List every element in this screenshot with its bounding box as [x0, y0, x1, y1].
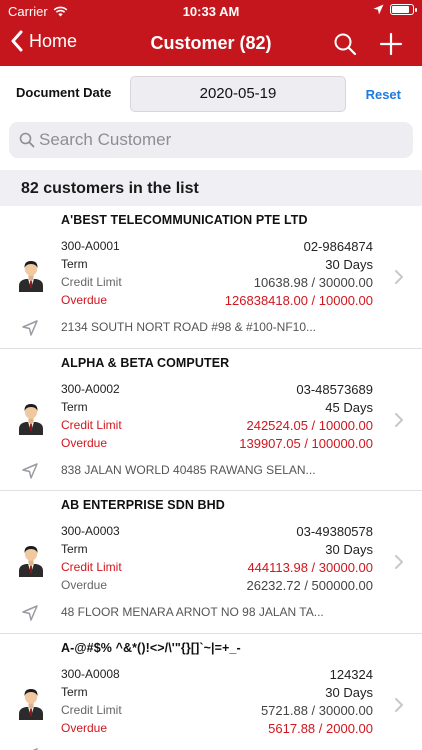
- credit-limit-value: 444113.98 / 30000.00: [247, 560, 373, 575]
- customer-code: 300-A0003: [61, 524, 120, 538]
- term-label: Term: [61, 542, 88, 556]
- chevron-right-icon: [395, 270, 403, 284]
- battery-icon: [390, 4, 417, 15]
- document-date-label: Document Date: [16, 85, 112, 100]
- term-value: 30 Days: [325, 542, 373, 557]
- add-customer-button[interactable]: [378, 31, 404, 57]
- navigation-header: Carrier 10:33 AM Home Customer (82): [0, 0, 422, 66]
- credit-limit-label: Credit Limit: [61, 417, 122, 432]
- customer-row[interactable]: AB ENTERPRISE SDN BHD 300-A0003 03-49380…: [0, 491, 422, 634]
- term-label: Term: [61, 257, 88, 271]
- customer-list: A'BEST TELECOMMUNICATION PTE LTD 300-A00…: [0, 206, 422, 750]
- search-button[interactable]: [332, 31, 358, 57]
- customer-name: ALPHA & BETA COMPUTER: [61, 355, 230, 370]
- status-bar: Carrier 10:33 AM: [0, 0, 422, 22]
- person-avatar-icon: [19, 403, 43, 435]
- customer-code: 300-A0001: [61, 239, 120, 253]
- customer-phone: 02-9864874: [303, 239, 373, 254]
- customer-row[interactable]: A'BEST TELECOMMUNICATION PTE LTD 300-A00…: [0, 206, 422, 349]
- customer-address: 48 FLOOR MENARA ARNOT NO 98 JALAN TA...: [61, 605, 324, 619]
- customer-row[interactable]: A-@#$% ^&*()!<>/\'"{}[]`~|=+_- 300-A0008…: [0, 634, 422, 750]
- back-label: Home: [29, 30, 78, 51]
- customer-address: 2134 SOUTH NORT ROAD #98 & #100-NF10...: [61, 320, 316, 334]
- credit-limit-value: 5721.88 / 30000.00: [260, 702, 373, 718]
- chevron-right-icon: [395, 555, 403, 569]
- overdue-label: Overdue: [61, 435, 108, 450]
- term-value: 45 Days: [325, 399, 373, 415]
- overdue-value: 26232.72 / 500000.00: [246, 578, 373, 593]
- chevron-right-icon: [395, 697, 403, 712]
- customer-code: 300-A0008: [61, 666, 120, 681]
- term-label: Term: [61, 399, 88, 414]
- customer-row[interactable]: ALPHA & BETA COMPUTER 300-A0002 03-48573…: [0, 349, 422, 491]
- overdue-label: Overdue: [61, 293, 108, 307]
- customer-address: 838 JALAN WORLD 40485 RAWANG SELAN...: [61, 462, 316, 477]
- reset-button[interactable]: Reset: [366, 87, 401, 102]
- location-arrow-icon: [373, 4, 384, 15]
- customer-name: A-@#$% ^&*()!<>/\'"{}[]`~|=+_-: [61, 640, 241, 655]
- customer-phone: 03-49380578: [296, 524, 373, 539]
- customer-code: 300-A0002: [61, 381, 120, 396]
- list-count-header: 82 customers in the list: [0, 170, 422, 206]
- customer-name: AB ENTERPRISE SDN BHD: [61, 498, 225, 512]
- term-value: 30 Days: [325, 257, 373, 272]
- chevron-right-icon: [395, 412, 403, 427]
- nav-bar: Home Customer (82): [0, 22, 422, 66]
- location-arrow-icon: [22, 462, 38, 479]
- location-arrow-icon: [22, 605, 38, 621]
- search-bar: [9, 122, 413, 158]
- customer-phone: 124324: [329, 666, 373, 682]
- search-customer-input[interactable]: [39, 122, 399, 158]
- status-time: 10:33 AM: [182, 4, 240, 19]
- list-count-text: 82 customers in the list: [21, 180, 199, 197]
- plus-icon: [379, 32, 403, 56]
- document-date-field[interactable]: 2020-05-19: [130, 76, 346, 112]
- search-icon: [19, 132, 35, 148]
- overdue-label: Overdue: [61, 720, 108, 735]
- status-right-icons: [373, 4, 417, 15]
- customer-phone: 03-48573689: [296, 381, 373, 397]
- person-avatar-icon: [19, 546, 43, 577]
- person-avatar-icon: [19, 261, 43, 292]
- back-button[interactable]: Home: [10, 30, 77, 52]
- credit-limit-label: Credit Limit: [61, 702, 122, 717]
- overdue-label: Overdue: [61, 578, 108, 592]
- overdue-value: 126838418.00 / 10000.00: [224, 293, 373, 308]
- term-value: 30 Days: [325, 684, 373, 700]
- credit-limit-label: Credit Limit: [61, 275, 122, 289]
- search-icon: [334, 33, 357, 56]
- term-label: Term: [61, 684, 88, 699]
- document-date-row: Document Date 2020-05-19 Reset: [0, 66, 422, 122]
- overdue-value: 5617.88 / 2000.00: [268, 720, 373, 736]
- credit-limit-value: 242524.05 / 10000.00: [246, 417, 373, 433]
- credit-limit-label: Credit Limit: [61, 560, 122, 574]
- overdue-value: 139907.05 / 100000.00: [239, 435, 373, 451]
- chevron-left-icon: [11, 30, 23, 52]
- credit-limit-value: 10638.98 / 30000.00: [253, 275, 373, 290]
- location-arrow-icon: [22, 320, 38, 336]
- customer-name: A'BEST TELECOMMUNICATION PTE LTD: [61, 213, 308, 227]
- person-avatar-icon: [19, 688, 43, 720]
